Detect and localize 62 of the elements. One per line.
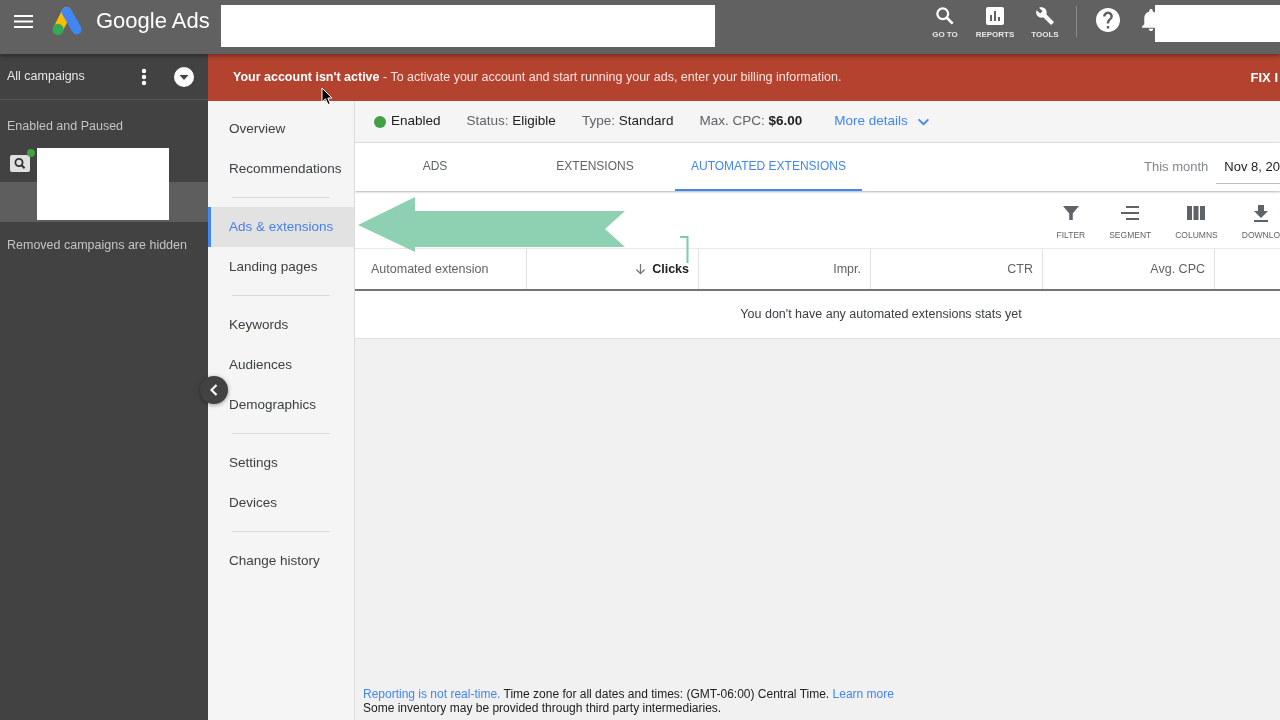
status-dot-icon xyxy=(27,149,35,157)
reports-button[interactable]: REPORTS xyxy=(970,7,1020,40)
nav-item[interactable]: Keywords xyxy=(229,305,289,345)
tab[interactable]: ADS xyxy=(355,143,515,191)
column-header[interactable]: Avg. CPC xyxy=(1043,249,1215,289)
chevron-down-icon xyxy=(916,117,930,126)
campaign-row[interactable] xyxy=(0,182,208,222)
field-value: Standard xyxy=(618,113,674,129)
go-to-button[interactable]: GO TO xyxy=(920,7,970,40)
field-value: $6.00 xyxy=(768,113,803,129)
search-campaign-icon xyxy=(10,155,30,172)
chevron-left-icon xyxy=(210,384,218,396)
field-value: Eligible xyxy=(512,113,556,129)
nav-item[interactable]: Landing pages xyxy=(229,247,318,287)
field-label: Type: xyxy=(581,113,615,129)
date-range-label: This month xyxy=(1144,158,1209,177)
search-icon xyxy=(936,7,954,25)
hidden-campaigns-note: Removed campaigns are hidden xyxy=(6,237,188,253)
nav-item[interactable]: Settings xyxy=(229,443,278,483)
funnel-icon xyxy=(1062,205,1079,221)
status-dot-icon xyxy=(374,115,386,128)
bell-icon[interactable] xyxy=(1142,9,1155,31)
dropdown-circle-icon[interactable] xyxy=(174,66,194,87)
tools-button[interactable]: TOOLS xyxy=(1020,7,1070,40)
columns-button[interactable]: COLUMNS xyxy=(1175,204,1218,240)
nav-item[interactable]: Devices xyxy=(229,483,277,523)
sort-arrow-icon xyxy=(635,263,647,275)
field-label: Status: xyxy=(466,113,509,129)
download-button[interactable]: DOWNLO xyxy=(1241,204,1280,240)
filter-button[interactable]: FILTER xyxy=(1056,204,1086,240)
vertical-dots-icon[interactable] xyxy=(141,67,147,86)
wrench-icon xyxy=(1036,7,1054,25)
lines-icon xyxy=(1121,206,1140,220)
nav-item[interactable]: Change history xyxy=(229,541,320,581)
more-details-link[interactable]: More details xyxy=(834,111,930,132)
bracket-mark-icon xyxy=(680,236,689,263)
field-label: Max. CPC: xyxy=(699,113,765,129)
nav-item[interactable]: Demographics xyxy=(229,385,317,425)
column-header[interactable]: Impr. xyxy=(699,249,871,289)
bar-chart-icon xyxy=(986,7,1004,25)
column-header[interactable]: CTR xyxy=(871,249,1043,289)
nav-item[interactable]: Recommendations xyxy=(229,149,342,189)
columns-icon xyxy=(1187,206,1206,220)
column-header[interactable]: Clicks xyxy=(527,249,699,289)
date-range-button[interactable]: Nov 8, 20 xyxy=(1216,150,1280,184)
logo-icon xyxy=(52,7,82,35)
app-title: Google Ads xyxy=(96,7,210,35)
nav-item[interactable]: Overview xyxy=(229,109,286,149)
fix-button[interactable]: FIX I xyxy=(1250,67,1280,88)
footer-note: Reporting is not real-time. Time zone for all dates and times: (GMT-06:00) Central Time. Learn more xyxy=(363,687,895,701)
filter-label: Enabled and Paused xyxy=(6,118,125,134)
tab[interactable]: EXTENSIONS xyxy=(515,143,675,191)
menu-icon[interactable] xyxy=(14,15,33,28)
help-icon[interactable] xyxy=(1096,8,1120,32)
sidebar-title: All campaigns xyxy=(7,68,86,86)
download-icon xyxy=(1253,204,1268,222)
account-warning-message: Your account isn't active - To activate your account and start running your ads, enter your billing information. xyxy=(233,69,842,87)
nav-item[interactable]: Audiences xyxy=(229,345,293,385)
segment-button[interactable]: SEGMENT xyxy=(1109,204,1152,240)
status-text: Enabled xyxy=(391,112,441,131)
footer-note: Some inventory may be provided through third party intermediaries. xyxy=(363,701,723,715)
empty-state-message: You don't have any automated extensions stats yet xyxy=(740,306,1022,324)
